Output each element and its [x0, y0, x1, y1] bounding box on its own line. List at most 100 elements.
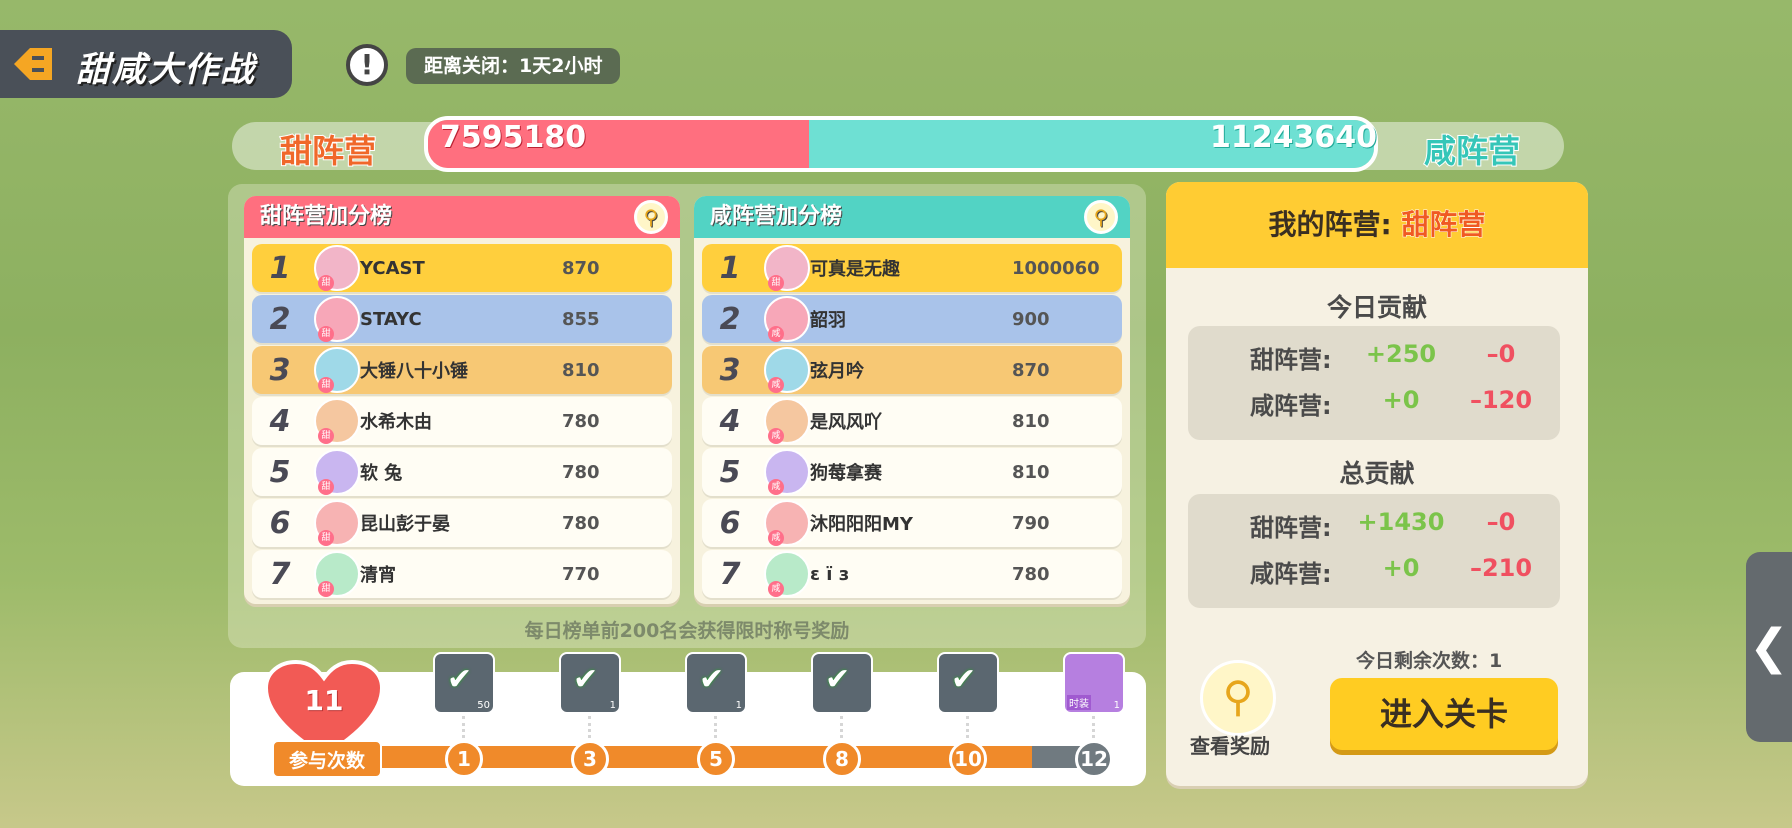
stat-label: 甜阵营:: [1250, 346, 1332, 374]
total-title: 总贡献: [1339, 459, 1415, 488]
rank-number: 6: [269, 505, 291, 541]
leaderboard-row[interactable]: 5 咸 狗莓拿赛 810: [702, 448, 1122, 496]
rank-number: 4: [269, 403, 291, 439]
leaderboard-row[interactable]: 4 甜 水希木由 780: [252, 397, 672, 445]
rank-number: 7: [269, 556, 291, 592]
player-name: 大锤八十小锤: [360, 361, 468, 382]
my-team-banner: 我的阵营: 甜阵营: [1166, 182, 1588, 268]
milestone-marker: 10: [949, 740, 987, 778]
page-title: 甜咸大作战: [76, 50, 256, 90]
leaderboard-row[interactable]: 2 甜 STAYC 855: [252, 295, 672, 343]
reward-quantity: 1: [609, 700, 616, 711]
team-tag: 甜: [318, 428, 334, 444]
player-avatar: 咸: [764, 347, 810, 393]
player-avatar: 咸: [764, 449, 810, 495]
connector-dots: [1092, 716, 1097, 738]
view-rewards-label[interactable]: 查看奖励: [1190, 730, 1270, 759]
stat-label: 甜阵营:: [1250, 514, 1332, 542]
rank-number: 1: [719, 250, 741, 286]
sweet-board-header: 甜阵营加分榜 ⚲: [244, 196, 680, 238]
player-avatar: 甜: [764, 245, 810, 291]
reward-quantity: 1: [1113, 700, 1120, 711]
salty-board-rows: 1 甜可真是无趣 1000060 2 咸韶羽 900 3 咸弦月吟 870 4 咸是风风吖 810 5 咸…: [694, 238, 1130, 598]
rank-number: 3: [269, 352, 291, 388]
player-name: STAYC: [360, 308, 422, 330]
magnifier-icon[interactable]: ⚲: [634, 200, 668, 234]
reward-icon[interactable]: ✔ 1: [559, 652, 621, 714]
player-score: 810: [562, 359, 600, 381]
contribution-panel: 我的阵营: 甜阵营 今日贡献 甜阵营: +250 –0 咸阵营: +0 –120…: [1166, 182, 1588, 786]
player-avatar: 甜: [314, 347, 360, 393]
player-score: 780: [562, 410, 600, 432]
stat-plus: +1430: [1357, 508, 1445, 536]
reward-icon[interactable]: ✔: [811, 652, 873, 714]
leaderboard-row[interactable]: 6 咸 沐阳阳阳MY 790: [702, 499, 1122, 547]
reward-quantity: 1: [735, 700, 742, 711]
magnifier-icon[interactable]: ⚲: [1084, 200, 1118, 234]
rank-number: 2: [719, 301, 741, 337]
player-avatar: 咸: [764, 551, 810, 597]
chevron-left-icon: ❮: [1748, 619, 1790, 675]
salty-leaderboard: 咸阵营加分榜 ⚲ 1 甜可真是无趣 1000060 2 咸韶羽 900 3 咸弦月吟 870 4 咸…: [694, 196, 1130, 604]
player-name: 狗莓拿赛: [810, 463, 882, 484]
rank-number: 4: [719, 403, 741, 439]
player-score: 780: [1012, 563, 1050, 585]
team-tag: 甜: [318, 275, 334, 291]
leaderboard-row[interactable]: 2 咸 韶羽 900: [702, 295, 1122, 343]
connector-dots: [840, 716, 845, 738]
reward-icon[interactable]: 时装 1: [1063, 652, 1125, 714]
player-name: 可真是无趣: [810, 259, 900, 280]
side-collapse-tab[interactable]: ❮: [1746, 552, 1792, 742]
player-score: 790: [1012, 512, 1050, 534]
stat-plus: +0: [1382, 386, 1420, 414]
stat-minus: –120: [1469, 386, 1533, 414]
check-icon: ✔: [699, 662, 725, 697]
leaderboard-row[interactable]: 3 咸 弦月吟 870: [702, 346, 1122, 394]
leaderboard-row[interactable]: 1 甜 YCAST 870: [252, 244, 672, 292]
participation-count: 11: [304, 684, 344, 717]
rank-number: 2: [269, 301, 291, 337]
milestone-marker: 12: [1075, 740, 1113, 778]
player-score: 855: [562, 308, 600, 330]
rank-number: 3: [719, 352, 741, 388]
salty-board-header: 咸阵营加分榜 ⚲: [694, 196, 1130, 238]
player-name: ε ї з: [810, 563, 850, 585]
reward-note: 每日榜单前200名会获得限时称号奖励: [524, 620, 850, 642]
salty-score: 11243640: [1210, 120, 1377, 155]
reward-icon[interactable]: ✔ 50: [433, 652, 495, 714]
reward-icon[interactable]: ✔ 1: [685, 652, 747, 714]
connector-dots: [588, 716, 593, 738]
rank-number: 1: [269, 250, 291, 286]
player-score: 870: [1012, 359, 1050, 381]
my-team-prefix: 我的阵营:: [1268, 208, 1392, 241]
player-score: 810: [1012, 461, 1050, 483]
back-arrow-icon[interactable]: [10, 44, 56, 84]
leaderboard-row[interactable]: 7 甜 清宵 770: [252, 550, 672, 598]
player-name: 弦月吟: [810, 361, 864, 382]
team-tag: 咸: [768, 530, 784, 546]
leaderboard-row[interactable]: 5 甜 软 兔 780: [252, 448, 672, 496]
team-tag: 甜: [318, 479, 334, 495]
leaderboard-row[interactable]: 3 甜 大锤八十小锤 810: [252, 346, 672, 394]
player-avatar: 甜: [314, 500, 360, 546]
salty-board-title: 咸阵营加分榜: [710, 204, 843, 229]
stat-minus: –0: [1486, 340, 1516, 368]
info-icon[interactable]: !: [346, 44, 388, 86]
player-avatar: 甜: [314, 551, 360, 597]
close-timer: 距离关闭：1天2小时: [406, 48, 621, 84]
player-name: 韶羽: [810, 310, 846, 331]
reward-icon[interactable]: ✔: [937, 652, 999, 714]
team-tag: 甜: [318, 377, 334, 393]
leaderboard-row[interactable]: 4 咸 是风风吖 810: [702, 397, 1122, 445]
team-tag: 甜: [318, 326, 334, 342]
team-tag: 咸: [768, 428, 784, 444]
leaderboard-row[interactable]: 6 甜 昆山彭于晏 780: [252, 499, 672, 547]
player-name: 水希木由: [360, 412, 432, 433]
player-avatar: 甜: [314, 296, 360, 342]
player-name: 沐阳阳阳MY: [810, 514, 913, 535]
salty-team-label: 咸阵营: [1423, 131, 1521, 171]
leaderboard-row[interactable]: 1 甜 可真是无趣 1000060: [702, 244, 1122, 292]
leaderboard-row[interactable]: 7 咸 ε ї з 780: [702, 550, 1122, 598]
enter-stage-button[interactable]: 进入关卡: [1330, 678, 1558, 750]
view-rewards-button[interactable]: ⚲: [1200, 660, 1276, 736]
